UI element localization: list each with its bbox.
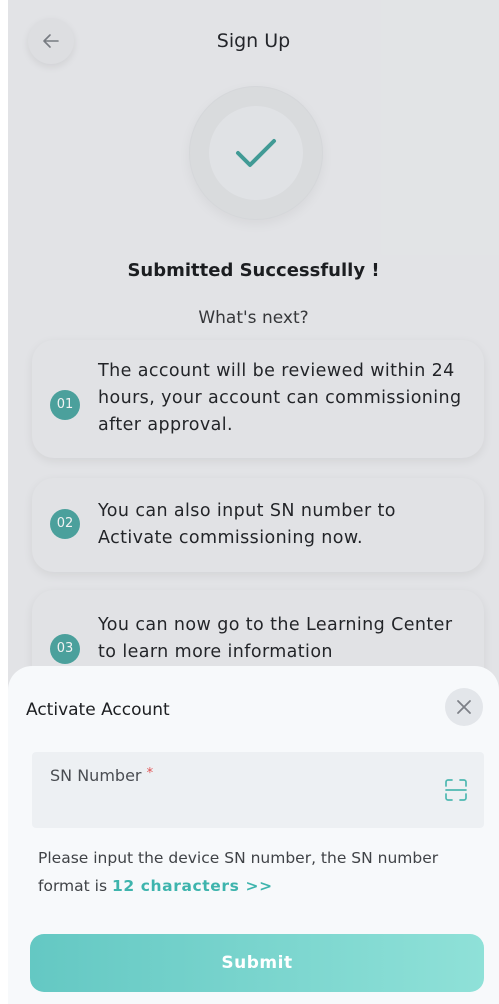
scan-button[interactable]: [442, 776, 470, 804]
activate-account-sheet: Activate Account SN Number * Please inpu…: [8, 666, 499, 1004]
required-asterisk: *: [146, 766, 154, 781]
sheet-title: Activate Account: [26, 700, 170, 720]
sn-number-input[interactable]: [50, 792, 434, 818]
sn-format-hint: Please input the device SN number, the S…: [38, 849, 439, 895]
submit-label: Submit: [221, 953, 293, 973]
sn-number-label: SN Number *: [50, 766, 154, 785]
sn-number-field[interactable]: SN Number *: [32, 752, 484, 828]
close-button[interactable]: [445, 688, 483, 726]
sign-up-screen: Sign Up Submitted Successfully ! What's …: [8, 0, 499, 1004]
submit-button[interactable]: Submit: [30, 934, 484, 992]
sn-format-link[interactable]: 12 characters >>: [112, 877, 273, 895]
close-icon: [457, 700, 471, 714]
scan-icon: [445, 779, 467, 801]
